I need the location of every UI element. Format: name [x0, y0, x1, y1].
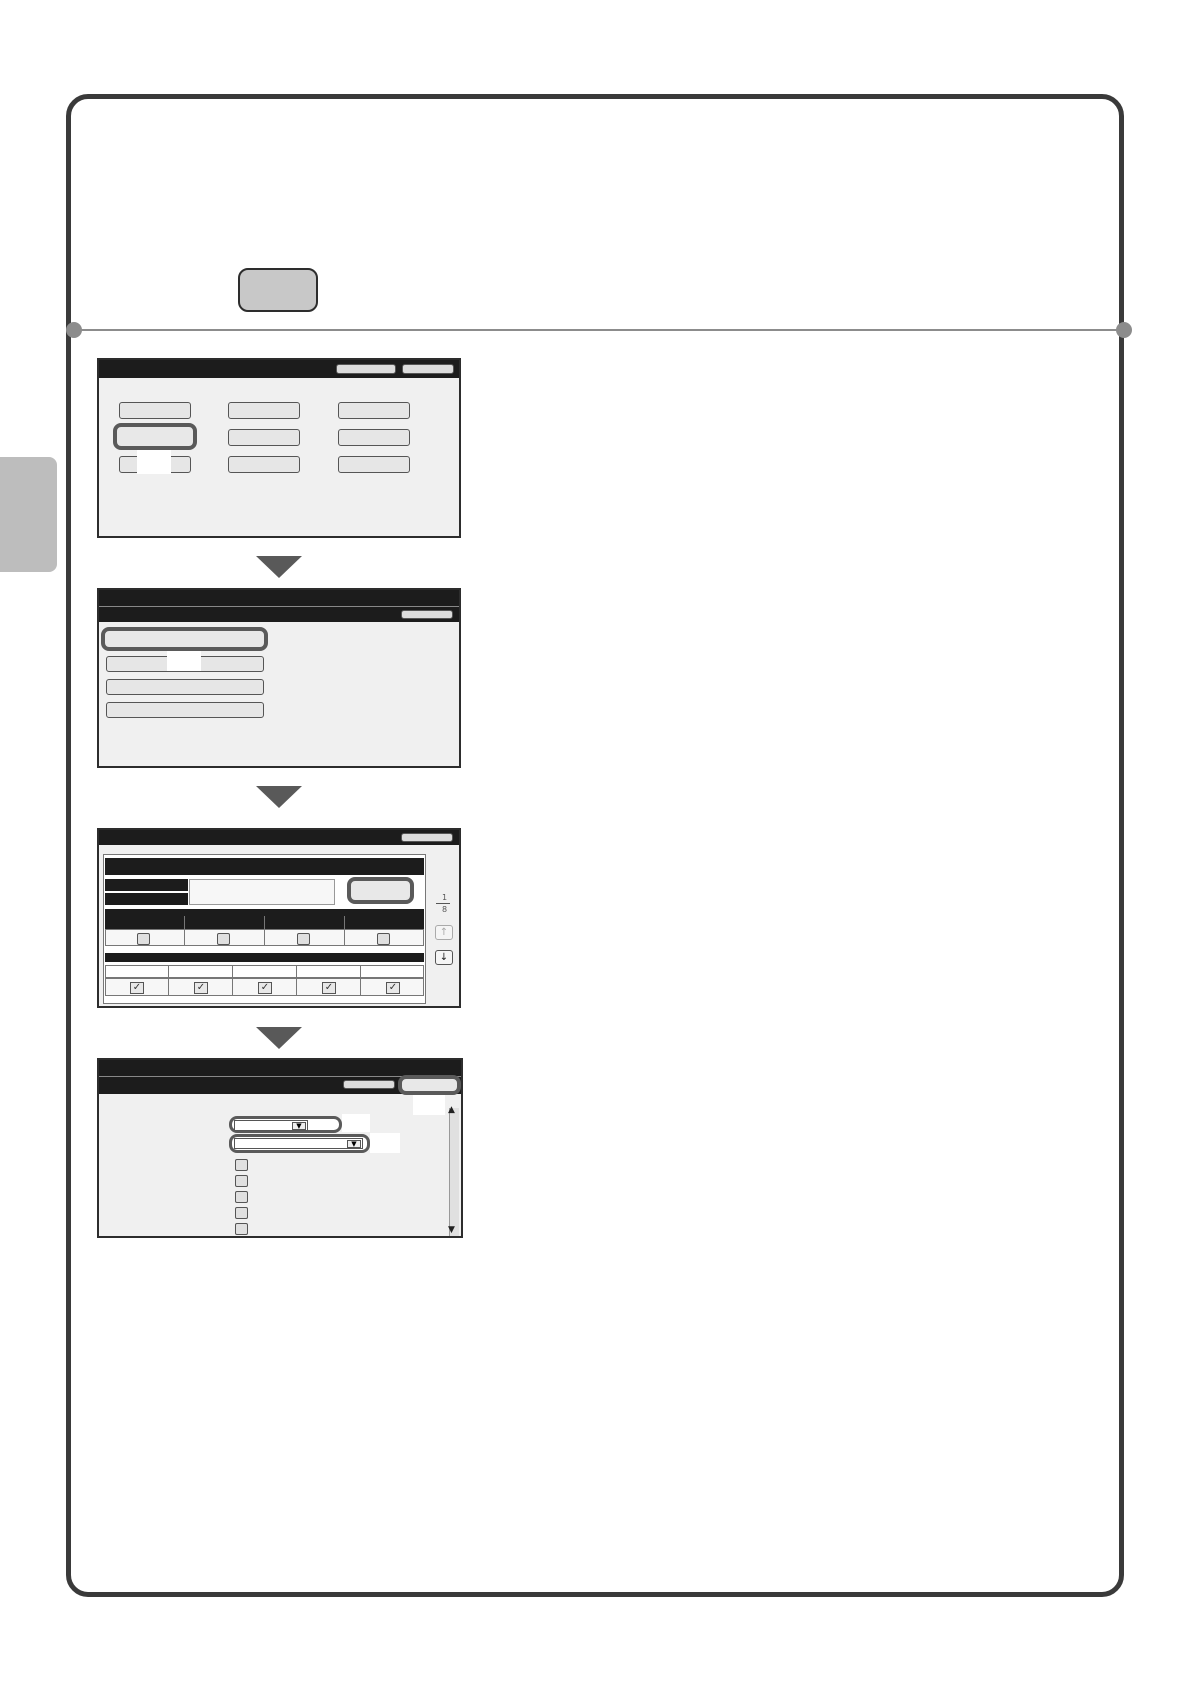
table-col-divider: [184, 916, 185, 946]
callout-label-box: [167, 651, 201, 671]
table-row-values: [189, 879, 335, 905]
divider-right-dot: [1116, 322, 1132, 338]
table-row-label-1: [105, 879, 188, 891]
menu-button-r1c3[interactable]: [338, 402, 410, 419]
option-checkbox-2[interactable]: [235, 1175, 248, 1187]
list-button-3[interactable]: [106, 679, 264, 695]
menu-button-r1c2[interactable]: [228, 402, 300, 419]
table-checkbox-1-2[interactable]: [217, 933, 230, 945]
page-up-button[interactable]: ↑: [435, 925, 453, 940]
screen-4-cancel-button[interactable]: [343, 1080, 395, 1089]
option-checkbox-5[interactable]: [235, 1223, 248, 1235]
table-checkbox-1-1[interactable]: [137, 933, 150, 945]
table-col-divider: [360, 965, 361, 996]
table-check-2-2[interactable]: ✓: [194, 982, 208, 994]
step-arrow-1: [256, 556, 302, 578]
scroll-up-icon[interactable]: ▲: [448, 1105, 455, 1115]
list-button-4[interactable]: [106, 702, 264, 718]
table-row-label-2: [105, 893, 188, 905]
screen-3-top-button[interactable]: [401, 833, 453, 842]
table-check-2-4[interactable]: ✓: [322, 982, 336, 994]
hardware-key-button: [238, 268, 318, 312]
option-checkbox-3[interactable]: [235, 1191, 248, 1203]
callout-label-box: [342, 1114, 370, 1132]
table-checkbox-1-4[interactable]: [377, 933, 390, 945]
table-section-bar-1: [105, 909, 424, 916]
dropdown-2[interactable]: ▼: [234, 1138, 363, 1149]
table-col-divider: [264, 916, 265, 946]
screen-1-menu: [97, 358, 461, 538]
table-header-bar: [105, 858, 424, 875]
section-side-tab: [0, 457, 57, 572]
screen-1-top-button-1[interactable]: [336, 364, 396, 374]
table-col-divider: [232, 965, 233, 996]
table-col-divider: [296, 965, 297, 996]
menu-button-r1c1[interactable]: [119, 402, 191, 419]
chevron-down-icon: ▼: [292, 1122, 306, 1130]
page-current: 1: [442, 893, 448, 902]
callout-label-box: [370, 1133, 400, 1153]
page-total: 8: [442, 905, 448, 914]
screen-2-top-button[interactable]: [401, 610, 453, 619]
screen-4-scrollbar[interactable]: [449, 1108, 459, 1236]
table-col-headers-2: [105, 965, 424, 978]
table-col-divider: [168, 965, 169, 996]
screen-2-title-separator: [99, 606, 459, 607]
page-down-button[interactable]: ↓: [435, 950, 453, 965]
table-checkbox-1-3[interactable]: [297, 933, 310, 945]
screen-3-table: ✓ ✓ ✓ ✓ ✓ 1 8 ↑ ↓: [97, 828, 461, 1008]
dropdown-1[interactable]: ▼: [234, 1120, 308, 1131]
divider-left-dot: [66, 322, 82, 338]
section-divider: [70, 329, 1124, 331]
table-check-2-5[interactable]: ✓: [386, 982, 400, 994]
list-button-1-highlighted[interactable]: [101, 627, 268, 651]
option-checkbox-1[interactable]: [235, 1159, 248, 1171]
table-col-divider: [344, 916, 345, 946]
callout-label-box: [413, 1095, 445, 1115]
menu-button-r2c2[interactable]: [228, 429, 300, 446]
screen-2-list: [97, 588, 461, 768]
menu-button-r3c2[interactable]: [228, 456, 300, 473]
table-action-button-highlighted[interactable]: [347, 877, 414, 904]
step-arrow-3: [256, 1027, 302, 1049]
menu-button-r3c3[interactable]: [338, 456, 410, 473]
page-fraction-line: [436, 903, 450, 904]
table-check-2-3[interactable]: ✓: [258, 982, 272, 994]
table-check-2-1[interactable]: ✓: [130, 982, 144, 994]
chevron-down-icon: ▼: [347, 1140, 361, 1148]
screen-4-settings: ▼ ▼ ▲ ▼: [97, 1058, 463, 1238]
menu-button-r2c1-highlighted[interactable]: [113, 423, 197, 450]
option-checkbox-4[interactable]: [235, 1207, 248, 1219]
table-section-bar-2: [105, 953, 424, 962]
menu-button-r2c3[interactable]: [338, 429, 410, 446]
step-arrow-2: [256, 786, 302, 808]
screen-1-top-button-2[interactable]: [402, 364, 454, 374]
screen-4-ok-button-highlighted[interactable]: [398, 1075, 461, 1095]
callout-label-box: [137, 450, 171, 474]
scroll-down-icon[interactable]: ▼: [448, 1225, 455, 1235]
